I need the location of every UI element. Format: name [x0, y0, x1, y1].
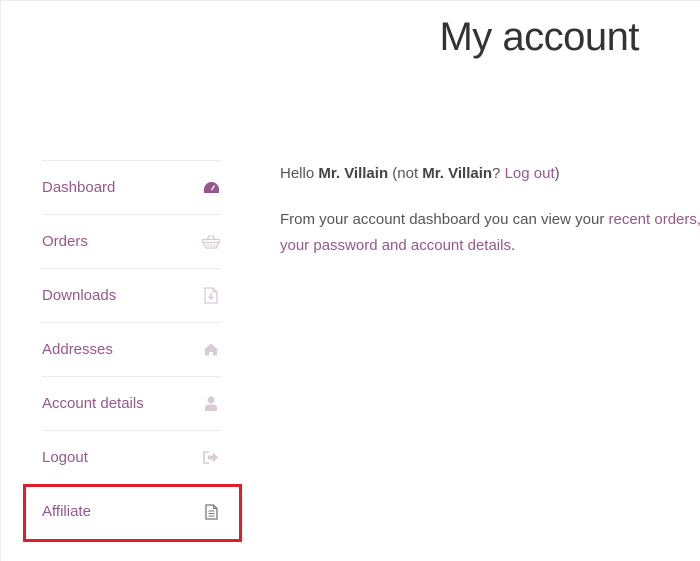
user-name: Mr. Villain: [318, 165, 389, 182]
dashboard-description: From your account dashboard you can view…: [280, 207, 700, 259]
nav-item-logout[interactable]: Logout: [42, 430, 221, 484]
dashboard-content: Hello Mr. Villain (not Mr. Villain? Log …: [280, 161, 700, 279]
greeting-text: (not: [388, 165, 423, 182]
dashboard-icon: [202, 179, 220, 197]
affiliate-highlight-box: [23, 484, 242, 542]
nav-item-downloads[interactable]: Downloads: [42, 268, 221, 322]
nav-item-label: Dashboard: [42, 179, 116, 196]
basket-icon: [202, 233, 220, 251]
nav-item-label: Downloads: [42, 287, 117, 304]
nav-item-addresses[interactable]: Addresses: [42, 322, 221, 376]
account-page: My account Dashboard Orders Downloads Ad…: [0, 0, 700, 561]
nav-item-label: Orders: [42, 233, 88, 250]
description-text: .: [510, 237, 516, 254]
description-text: From your account dashboard you can view…: [280, 211, 609, 228]
nav-item-label: Logout: [42, 449, 88, 466]
nav-item-orders[interactable]: Orders: [42, 214, 221, 268]
page-title: My account: [439, 15, 639, 59]
greeting-text: ): [554, 165, 560, 182]
nav-item-dashboard[interactable]: Dashboard: [42, 160, 221, 214]
sign-out-icon: [202, 449, 220, 467]
user-icon: [202, 395, 220, 413]
file-download-icon: [202, 287, 220, 305]
nav-item-label: Account details: [42, 395, 144, 412]
account-navigation: Dashboard Orders Downloads Addresses Acc…: [42, 160, 221, 538]
home-icon: [202, 341, 220, 359]
greeting-text: ?: [492, 165, 505, 182]
account-details-link[interactable]: your password and account details: [280, 237, 511, 254]
logout-link[interactable]: Log out: [505, 165, 555, 182]
nav-item-account-details[interactable]: Account details: [42, 376, 221, 430]
nav-item-label: Addresses: [42, 341, 113, 358]
recent-orders-link[interactable]: recent orders,: [609, 211, 700, 228]
greeting-text: Hello: [280, 165, 319, 182]
user-name: Mr. Villain: [422, 165, 493, 182]
greeting: Hello Mr. Villain (not Mr. Villain? Log …: [280, 161, 700, 187]
